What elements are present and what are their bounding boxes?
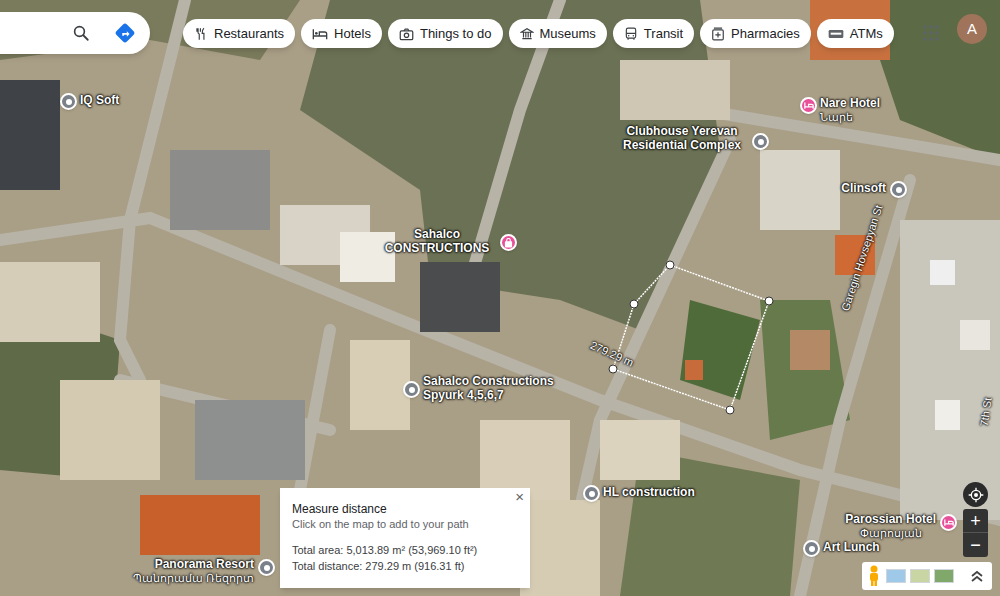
place-pin[interactable] (890, 181, 907, 198)
place-pin[interactable] (60, 93, 77, 110)
place-label[interactable]: HL construction (603, 485, 695, 499)
place-label[interactable]: Sahalco CONSTRUCTIONS (378, 227, 496, 255)
zoom-controls: +− (963, 509, 988, 557)
search-box[interactable] (0, 12, 150, 54)
place-name: Nare Hotel (820, 96, 880, 110)
place-name: Art Lunch (823, 540, 880, 554)
my-location-button[interactable] (963, 482, 988, 507)
search-icon[interactable] (72, 24, 90, 42)
chip-label: Transit (644, 24, 683, 44)
place-pin[interactable] (803, 540, 820, 557)
zoom-in-button[interactable]: + (963, 509, 988, 533)
bottom-controls (862, 562, 992, 590)
road-label: Garegin Hovsepyan St (837, 203, 887, 313)
pegman-icon[interactable] (866, 565, 882, 587)
place-name: HL construction (603, 485, 695, 499)
expand-chevron-icon[interactable] (970, 569, 984, 583)
place-name: Parossian Hotel (845, 512, 936, 526)
place-label[interactable]: IQ Soft (80, 93, 119, 107)
place-name: Sahalco CONSTRUCTIONS (378, 227, 496, 255)
category-chip[interactable]: Pharmacies (700, 19, 811, 48)
place-pin[interactable] (752, 133, 769, 150)
dot-icon (589, 491, 595, 497)
place-subtitle: Փարոսյան (845, 526, 936, 540)
dot-icon (758, 139, 764, 145)
place-label[interactable]: Nare HotelՆարե (820, 96, 880, 124)
target-icon (968, 487, 984, 503)
category-chip[interactable]: Museums (509, 19, 607, 48)
place-pin[interactable] (258, 559, 275, 576)
panel-hint: Click on the map to add to your path (292, 517, 518, 532)
chip-label: Things to do (420, 24, 492, 44)
place-name: Clinsoft (841, 181, 886, 195)
place-pin[interactable] (500, 234, 517, 251)
road-label: 7th St (976, 397, 996, 428)
place-name: Panorama Resort (133, 557, 254, 571)
total-area: Total area: 5,013.89 m² (53,969.10 ft²) (292, 542, 518, 558)
restaurant-icon (194, 27, 208, 41)
close-button[interactable]: × (515, 489, 524, 505)
place-label[interactable]: Clinsoft (841, 181, 886, 195)
place-pin[interactable] (583, 485, 600, 502)
chip-label: Pharmacies (731, 24, 800, 44)
place-name: IQ Soft (80, 93, 119, 107)
measure-panel: ×Measure distanceClick on the map to add… (280, 488, 530, 588)
dot-icon (896, 187, 902, 193)
dot-icon (264, 565, 270, 571)
panel-title: Measure distance (292, 502, 518, 517)
category-chip[interactable]: Restaurants (183, 19, 295, 48)
zoom-out-button[interactable]: − (963, 533, 988, 557)
category-chip[interactable]: Things to do (388, 19, 503, 48)
bag-icon (504, 238, 513, 248)
place-label[interactable]: Parossian HotelՓարոսյան (845, 512, 936, 540)
museum-icon (520, 27, 534, 41)
chip-label: Hotels (334, 24, 371, 44)
place-subtitle: Պանորամա Ռեզորտ (133, 571, 254, 585)
atm-icon (828, 28, 844, 40)
pharmacy-icon (711, 27, 725, 41)
camera-icon (399, 27, 414, 41)
category-chip[interactable]: Transit (613, 19, 694, 48)
place-subtitle: Նարե (820, 110, 880, 124)
dot-icon (66, 99, 72, 105)
total-distance: Total distance: 279.29 m (916.31 ft) (292, 558, 518, 574)
category-chip[interactable]: Hotels (301, 19, 382, 48)
account-avatar[interactable]: A (957, 14, 987, 44)
bed-icon (312, 27, 328, 41)
category-chips: Restaurants Hotels Things to do Museums Tran… (183, 19, 894, 48)
layer-thumbnail[interactable] (934, 569, 954, 583)
bus-icon (624, 27, 638, 41)
place-pin[interactable] (800, 97, 817, 114)
place-pin[interactable] (940, 514, 957, 531)
place-label[interactable]: Art Lunch (823, 540, 880, 554)
place-label[interactable]: Sahalco Constructions Spyurk 4,5,6,7 (423, 374, 573, 402)
place-name: Sahalco Constructions Spyurk 4,5,6,7 (423, 374, 573, 402)
place-pin[interactable] (403, 381, 420, 398)
segment-distance-label: 279.29 m (588, 337, 637, 371)
place-label[interactable]: Panorama ResortՊանորամա Ռեզորտ (133, 557, 254, 585)
dot-icon (809, 546, 815, 552)
dot-icon (409, 387, 415, 393)
chip-label: ATMs (850, 24, 883, 44)
map[interactable]: IQ Soft Nare HotelՆարե Clubhouse Yerevan R… (0, 0, 1000, 596)
layer-thumbnail[interactable] (910, 569, 930, 583)
category-chip[interactable]: ATMs (817, 19, 894, 48)
chip-label: Museums (540, 24, 596, 44)
bed-icon (944, 518, 954, 527)
layer-thumbnail[interactable] (886, 569, 906, 583)
bed-icon (804, 101, 814, 110)
place-name: Clubhouse Yerevan Residential Complex (616, 124, 748, 152)
place-label[interactable]: Clubhouse Yerevan Residential Complex (616, 124, 748, 152)
directions-icon[interactable] (114, 22, 136, 44)
apps-grid-icon[interactable] (923, 25, 939, 41)
chip-label: Restaurants (214, 24, 284, 44)
